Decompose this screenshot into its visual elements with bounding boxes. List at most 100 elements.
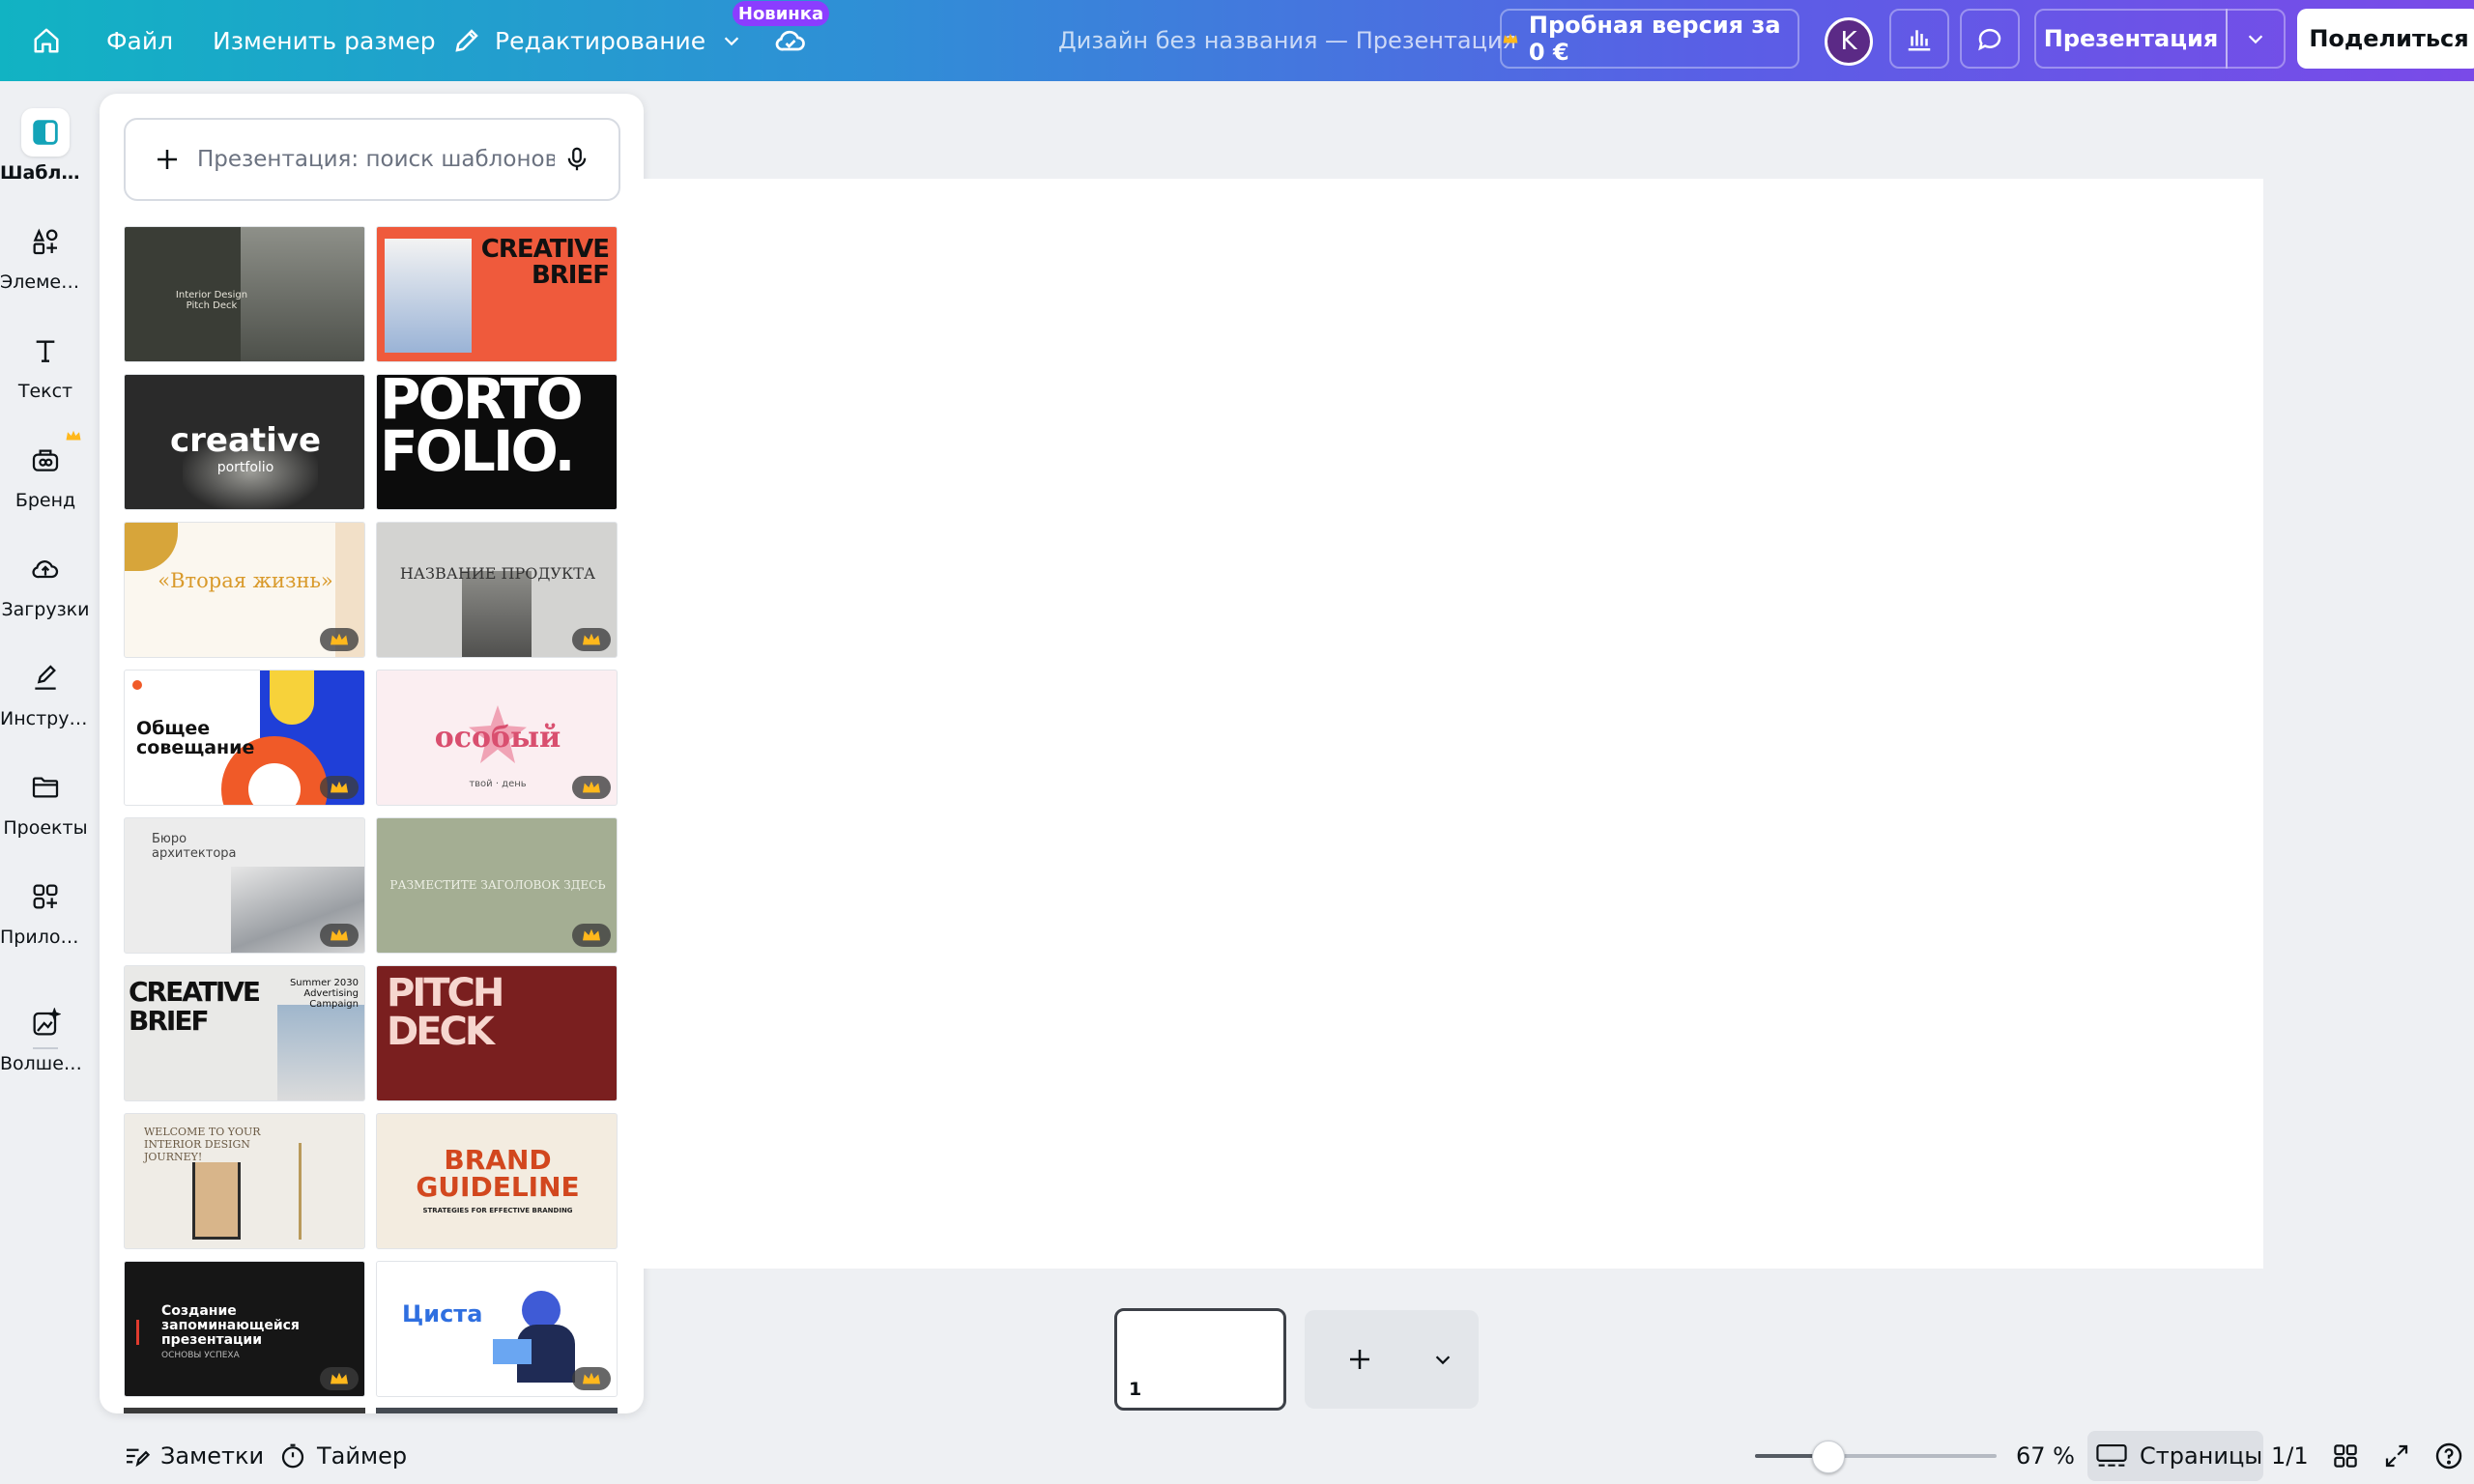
template-thumbnail[interactable]: Бюро архитектора — [124, 817, 365, 954]
crown-icon — [66, 430, 81, 441]
template-thumbnail[interactable]: НАЗВАНИЕ ПРОДУКТА — [376, 522, 618, 658]
help-button[interactable] — [2433, 1432, 2464, 1480]
template-thumbnail[interactable] — [124, 1408, 365, 1413]
rail-item-templates[interactable]: Шаблоны — [0, 100, 91, 197]
home-button[interactable] — [27, 0, 66, 81]
template-thumbnail[interactable]: особый твой · день — [376, 670, 618, 806]
document-title[interactable]: Дизайн без названия — Презентация — [1058, 0, 1516, 81]
template-search[interactable] — [124, 118, 620, 201]
notes-label: Заметки — [160, 1442, 265, 1470]
rail-label: Проекты — [3, 817, 88, 839]
left-rail: Шаблоны Элементы Текст Бренд Загрузки Ин… — [0, 81, 93, 1484]
edit-mode-label: Редактирование — [495, 26, 706, 55]
save-status-button[interactable] — [771, 0, 810, 81]
zoom-slider-handle[interactable] — [1812, 1441, 1845, 1473]
template-thumbnail[interactable]: BRAND GUIDELINE STRATEGIES FOR EFFECTIVE… — [376, 1113, 618, 1249]
notes-button[interactable]: Заметки — [122, 1432, 264, 1480]
rail-label: Волшебные — [0, 1053, 91, 1074]
rail-label: Приложения — [0, 927, 91, 948]
rail-item-text[interactable]: Текст — [0, 319, 91, 415]
page-thumbnail[interactable]: 1 — [1114, 1308, 1286, 1411]
zoom-level[interactable]: 67 % — [2016, 1432, 2075, 1480]
template-title: creative — [169, 421, 322, 460]
crown-icon — [1503, 33, 1518, 43]
rail-item-magic[interactable]: Волшебные — [0, 991, 91, 1088]
template-thumbnail[interactable]: CREATIVE BRIEF — [376, 226, 618, 362]
template-thumbnail[interactable]: Создание запоминающейся презентации ОСНО… — [124, 1261, 365, 1397]
fullscreen-icon — [2385, 1444, 2408, 1468]
premium-crown-badge — [320, 1367, 359, 1390]
cloud-check-icon — [775, 30, 805, 51]
template-title: Создание запоминающейся презентации — [161, 1303, 300, 1348]
resize-button[interactable]: Изменить размер — [213, 0, 436, 81]
rail-label: Шаблоны — [0, 162, 91, 184]
template-title: особый — [434, 721, 561, 755]
template-thumbnail[interactable]: РАЗМЕСТИТЕ ЗАГОЛОВОК ЗДЕСЬ — [376, 817, 618, 954]
template-thumbnail[interactable]: «Вторая жизнь» — [124, 522, 365, 658]
timer-label: Таймер — [317, 1442, 408, 1470]
brand-icon — [21, 436, 70, 484]
rail-item-draw[interactable]: Инструменты — [0, 646, 91, 743]
timer-button[interactable]: Таймер — [278, 1432, 407, 1480]
chevron-down-icon — [724, 37, 739, 46]
template-thumbnail[interactable]: Общее совещание — [124, 670, 365, 806]
template-title: Interior Design Pitch Deck — [175, 290, 248, 311]
rail-item-apps[interactable]: Приложения — [0, 865, 91, 961]
search-input[interactable] — [195, 146, 557, 173]
grid-icon — [2334, 1444, 2357, 1468]
pages-icon — [2096, 1443, 2127, 1467]
chevron-down-icon[interactable] — [1432, 1349, 1453, 1370]
rail-item-projects[interactable]: Проекты — [0, 756, 91, 852]
template-title: PITCH DECK — [387, 971, 504, 1054]
template-title: Общее совещание — [136, 718, 255, 758]
template-thumbnail[interactable]: WELCOME TO YOUR INTERIOR DESIGN JOURNEY! — [124, 1113, 365, 1249]
template-thumbnail[interactable]: Interior Design Pitch Deck — [124, 226, 365, 362]
premium-crown-badge — [572, 628, 611, 651]
pages-button[interactable]: Страницы — [2087, 1431, 2263, 1481]
text-icon — [21, 327, 70, 375]
template-thumbnail[interactable]: CREATIVE BRIEF Summer 2030 Advertising C… — [124, 965, 365, 1101]
file-menu[interactable]: Файл — [106, 0, 173, 81]
elements-icon — [21, 217, 70, 266]
rail-item-uploads[interactable]: Загрузки — [0, 537, 91, 634]
rail-item-elements[interactable]: Элементы — [0, 210, 91, 306]
comments-button[interactable] — [1960, 9, 2020, 69]
trial-label: Пробная версия за 0 € — [1528, 12, 1781, 66]
template-thumbnail[interactable]: Циста — [376, 1261, 618, 1397]
top-toolbar: Файл Изменить размер Редактирование Нови… — [0, 0, 2474, 81]
present-button[interactable]: Презентация — [2034, 9, 2228, 69]
grid-view-button[interactable] — [2331, 1432, 2360, 1480]
template-title: PORTO FOLIO. — [380, 374, 584, 484]
template-title: Бюро архитектора — [152, 832, 237, 861]
template-title: Циста — [402, 1300, 483, 1327]
template-thumbnail[interactable]: PITCH DECK — [376, 965, 618, 1101]
rail-label: Загрузки — [1, 599, 90, 620]
rail-label: Текст — [17, 381, 73, 402]
trial-button[interactable]: Пробная версия за 0 € — [1500, 9, 1799, 69]
premium-crown-badge — [572, 776, 611, 799]
folder-icon — [21, 763, 70, 812]
premium-crown-badge — [320, 628, 359, 651]
bar-chart-icon — [1908, 30, 1931, 51]
templates-icon — [21, 108, 70, 157]
help-icon — [2435, 1442, 2462, 1470]
template-subtitle: Summer 2030 Advertising Campaign — [289, 978, 359, 1010]
share-button[interactable]: Поделиться — [2297, 9, 2474, 69]
present-options-button[interactable] — [2226, 9, 2286, 69]
premium-crown-badge — [320, 924, 359, 947]
template-thumbnail[interactable]: PORTO FOLIO. — [376, 374, 618, 510]
template-thumbnail[interactable]: creative portfolio — [124, 374, 365, 510]
template-title: «Вторая жизнь» — [158, 569, 333, 592]
rail-item-brand[interactable]: Бренд — [0, 428, 91, 525]
template-thumbnail[interactable] — [376, 1408, 618, 1413]
add-page-button[interactable] — [1305, 1310, 1479, 1409]
fullscreen-button[interactable] — [2382, 1432, 2411, 1480]
insights-button[interactable] — [1889, 9, 1949, 69]
zoom-slider[interactable] — [1755, 1441, 1997, 1473]
microphone-icon[interactable] — [562, 145, 591, 174]
template-title: CREATIVE BRIEF — [480, 235, 610, 290]
edit-mode-dropdown[interactable]: Редактирование — [452, 0, 742, 81]
plus-icon — [158, 150, 177, 169]
slide-canvas[interactable] — [644, 179, 2263, 1269]
avatar[interactable]: K — [1825, 17, 1873, 66]
